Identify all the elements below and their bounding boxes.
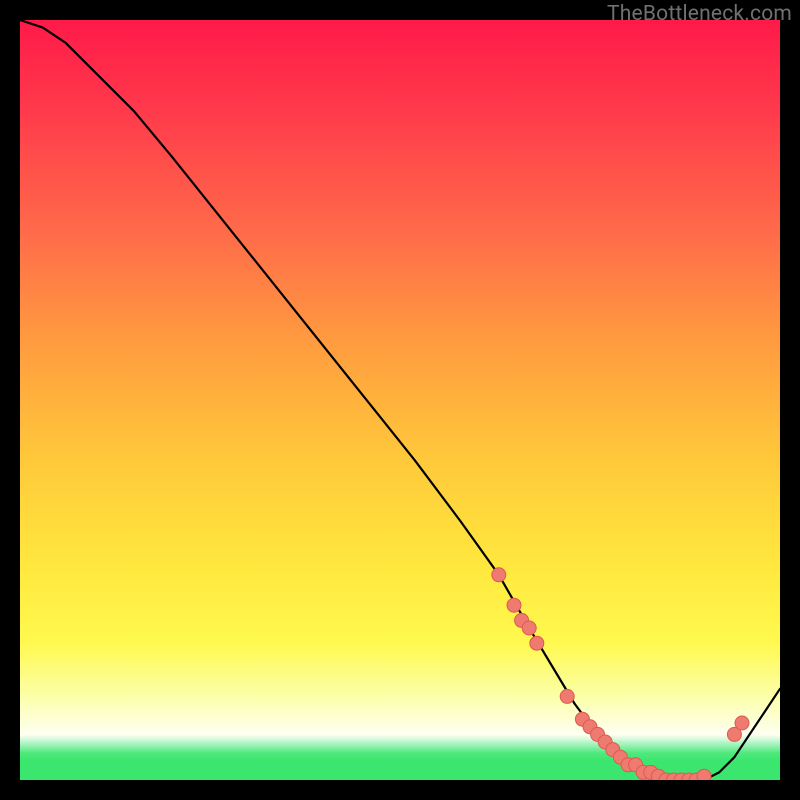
bottleneck-curve: [20, 20, 780, 780]
data-point: [530, 636, 544, 650]
data-point: [492, 568, 506, 582]
data-point: [507, 598, 521, 612]
data-point: [697, 769, 711, 780]
data-point: [735, 716, 749, 730]
data-point: [522, 621, 536, 635]
plot-area: [20, 20, 780, 780]
watermark-text: TheBottleneck.com: [607, 2, 792, 26]
chart-frame: TheBottleneck.com: [0, 0, 800, 800]
curve-layer: [20, 20, 780, 780]
marker-group: [492, 568, 749, 780]
data-point: [560, 689, 574, 703]
